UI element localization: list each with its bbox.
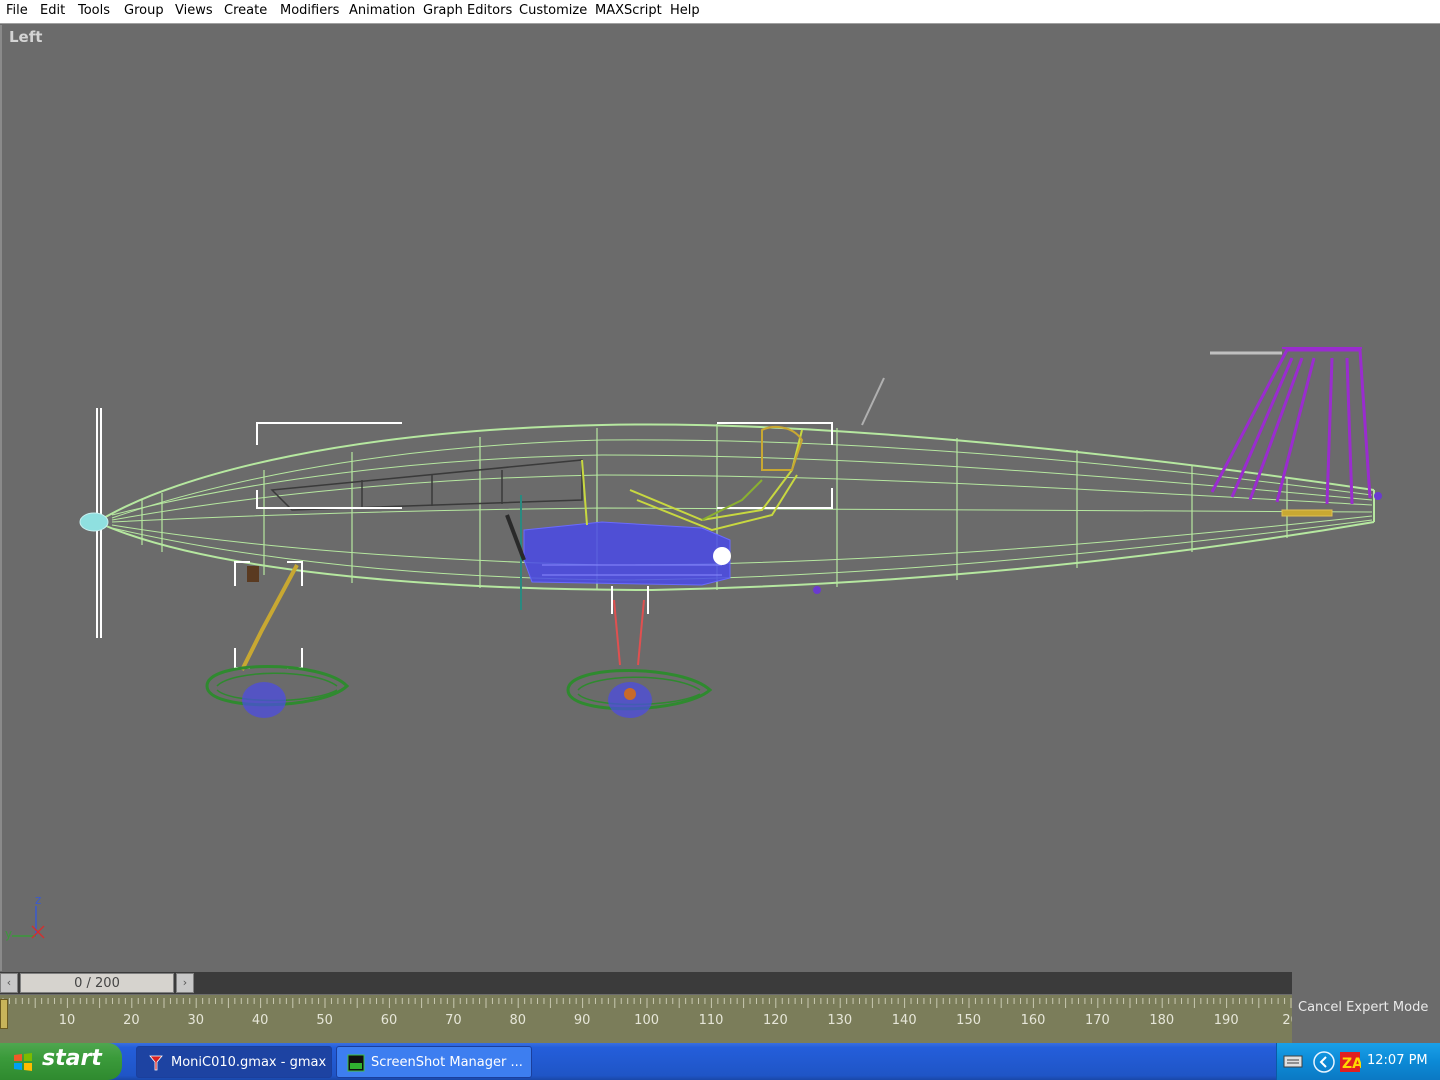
track-tick-label: 80 [509,1013,527,1028]
menu-item-graph-editors[interactable]: Graph Editors [423,3,512,18]
axis-z-label: z [35,893,41,907]
track-tick-label: 180 [1149,1013,1175,1028]
chevron-left-icon[interactable] [1313,1051,1335,1073]
menu-item-edit[interactable]: Edit [40,3,65,18]
canopy-frame [270,459,583,511]
taskbar-item-screenshot-manager[interactable]: ScreenShot Manager ... [336,1046,532,1078]
track-tick-label: 10 [58,1013,76,1028]
spinner [79,512,109,532]
tail-fin [1210,347,1372,505]
engine-block [523,521,731,586]
screenshot-manager-icon [347,1054,365,1072]
track-tick-label: 30 [187,1013,205,1028]
track-tick-label: 90 [573,1013,591,1028]
zonealarm-icon[interactable]: ZA [1339,1051,1361,1073]
track-tick-label: 120 [762,1013,788,1028]
menu-item-create[interactable]: Create [224,3,267,18]
time-slider-thumb[interactable]: 0 / 200 [20,973,174,993]
keyboard-icon[interactable] [1283,1053,1303,1069]
time-slider[interactable]: ‹ 0 / 200 › [0,972,1292,994]
taskbar-item-gmax[interactable]: MoniC010.gmax - gmax [136,1046,332,1078]
track-tick-label: 20 [1282,1013,1292,1028]
track-tick-label: 100 [634,1013,660,1028]
menu-bar: File Edit Tools Group Views Create Modifiers An… [0,0,1440,24]
wheel-pant-front [205,665,350,718]
track-tick-label: 170 [1084,1013,1110,1028]
menu-item-group[interactable]: Group [124,3,164,18]
track-tick-label: 110 [698,1013,724,1028]
axis-tripod [12,906,45,939]
gmax-icon [149,1055,163,1071]
antenna [861,377,885,426]
track-tick-label: 190 [1213,1013,1239,1028]
viewport-left[interactable]: Left z y [0,25,1440,971]
track-tick-label: 160 [1020,1013,1046,1028]
track-tick-label: 130 [827,1013,853,1028]
taskbar-item-label: ScreenShot Manager ... [371,1055,523,1070]
aircraft-wireframe: z y [5,347,1382,941]
wheel-pant-main [566,669,713,718]
track-tick-label: 20 [123,1013,140,1028]
start-button[interactable]: start [0,1043,122,1080]
cancel-expert-mode-button[interactable]: Cancel Expert Mode [1298,1000,1428,1015]
menu-item-customize[interactable]: Customize [519,3,587,18]
status-panel: Cancel Expert Mode [1292,972,1440,1043]
menu-item-views[interactable]: Views [175,3,213,18]
menu-item-animation[interactable]: Animation [349,3,415,18]
time-slider-prev-button[interactable]: ‹ [0,973,18,993]
system-tray: ZA 12:07 PM [1276,1043,1440,1080]
track-keyframe-marker[interactable] [0,999,8,1029]
track-tick-label: 140 [891,1013,917,1028]
tray-clock[interactable]: 12:07 PM [1367,1053,1428,1068]
windows-taskbar: start MoniC010.gmax - gmax ScreenShot Ma… [0,1043,1440,1080]
chevron-left-icon: ‹ [6,976,12,989]
track-tick-label: 40 [251,1013,269,1028]
menu-item-maxscript[interactable]: MAXScript [595,3,662,18]
track-bar[interactable]: 10 20 30 40 50 60 70 80 90 100 110 120 130 140 150 160 1… [0,995,1292,1043]
track-tick-label: 60 [380,1013,398,1028]
track-tick-label: 70 [445,1013,462,1028]
track-tick-label: 150 [956,1013,982,1028]
time-slider-next-button[interactable]: › [176,973,194,993]
main-gear-strut [613,599,645,666]
menu-item-modifiers[interactable]: Modifiers [280,3,339,18]
taskbar-item-label: MoniC010.gmax - gmax [171,1055,327,1070]
axis-y-label: y [5,927,12,941]
windows-flag-icon [14,1053,32,1071]
menu-item-file[interactable]: File [6,3,28,18]
menu-item-help[interactable]: Help [670,3,700,18]
svg-text:ZA: ZA [1342,1056,1361,1072]
menu-item-tools[interactable]: Tools [78,3,110,18]
start-label: start [42,1046,102,1071]
track-tick-label: 50 [316,1013,333,1028]
chevron-right-icon: › [182,976,188,989]
